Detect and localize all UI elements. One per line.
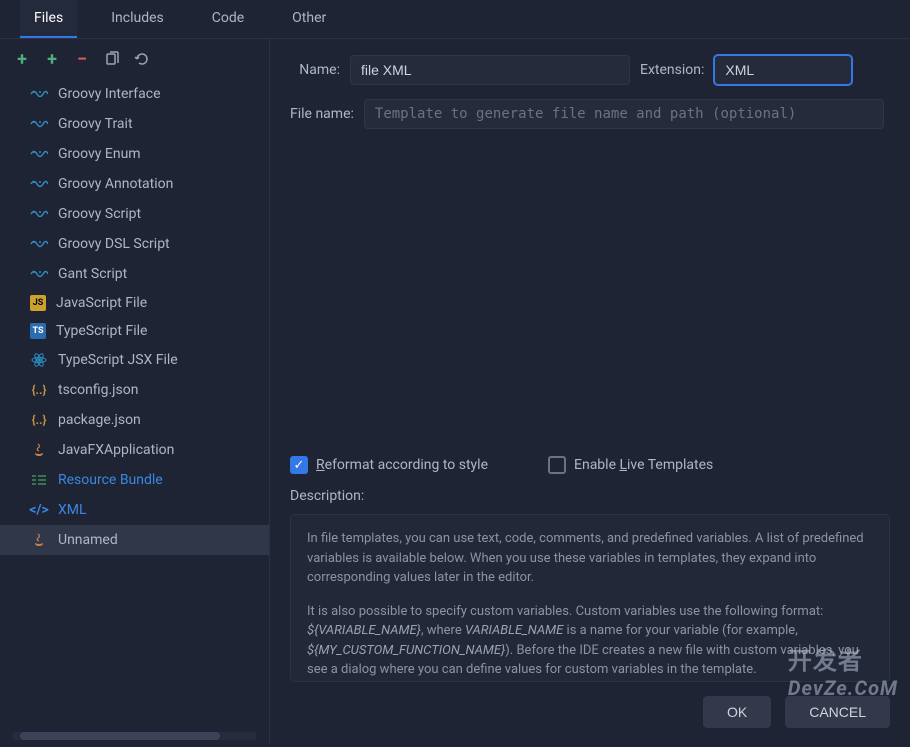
bundle-icon (30, 471, 48, 489)
list-item-label: XML (58, 502, 87, 518)
list-item-label: Groovy Annotation (58, 176, 173, 192)
list-item-label: Groovy Trait (58, 116, 133, 132)
list-item-label: JavaFXApplication (58, 442, 174, 458)
description-paragraph: In file templates, you can use text, cod… (307, 529, 873, 588)
groovy-icon (30, 235, 48, 253)
name-label: Name: (290, 62, 340, 78)
ok-button[interactable]: OK (703, 696, 771, 728)
list-item[interactable]: JavaFXApplication (0, 435, 269, 465)
sidebar-toolbar: + + − (0, 39, 269, 79)
checkbox-unchecked-icon (548, 456, 566, 474)
tab-bar: Files Includes Code Other (0, 0, 910, 39)
add-child-button[interactable]: + (42, 49, 62, 69)
template-list[interactable]: Groovy Interface Groovy Trait Groovy Enum G… (0, 79, 269, 728)
reformat-checkbox[interactable]: ✓ Reformat according to style (290, 456, 488, 474)
description-panel[interactable]: In file templates, you can use text, cod… (290, 514, 890, 682)
list-item[interactable]: Groovy Enum (0, 139, 269, 169)
list-item-label: Gant Script (58, 266, 127, 282)
list-item-label: TypeScript JSX File (58, 352, 178, 368)
name-input[interactable] (350, 55, 630, 85)
extension-input[interactable] (714, 55, 852, 85)
list-item[interactable]: Groovy Interface (0, 79, 269, 109)
tab-code[interactable]: Code (198, 0, 258, 38)
list-item[interactable]: Groovy Annotation (0, 169, 269, 199)
list-item-label: Resource Bundle (58, 472, 163, 488)
list-item-label: Groovy DSL Script (58, 236, 170, 252)
ts-icon: TS (30, 323, 46, 339)
live-templates-checkbox[interactable]: Enable Live Templates (548, 456, 713, 474)
list-item-label: Unnamed (58, 532, 118, 548)
tab-includes[interactable]: Includes (97, 0, 178, 38)
list-item[interactable]: TS TypeScript File (0, 317, 269, 345)
groovy-icon (30, 145, 48, 163)
list-item-label: JavaScript File (56, 295, 147, 311)
list-item[interactable]: Groovy Script (0, 199, 269, 229)
list-item[interactable]: TypeScript JSX File (0, 345, 269, 375)
list-item-label: tsconfig.json (58, 382, 138, 398)
java-icon (30, 531, 48, 549)
reformat-label: Reformat according to style (316, 457, 488, 473)
live-templates-label: Enable Live Templates (574, 457, 713, 473)
tab-other[interactable]: Other (278, 0, 340, 38)
list-item[interactable]: Resource Bundle (0, 465, 269, 495)
horizontal-scrollbar[interactable] (12, 732, 257, 740)
add-button[interactable]: + (12, 49, 32, 69)
description-label: Description: (290, 488, 890, 504)
list-item-label: Groovy Script (58, 206, 141, 222)
tab-files[interactable]: Files (20, 0, 77, 38)
filename-label: File name: (290, 106, 354, 122)
sidebar: + + − Groovy InterfaceGroovy TraitGroovy… (0, 39, 270, 744)
template-editor[interactable] (290, 143, 890, 456)
json-icon: {..} (30, 411, 48, 429)
list-item-label: package.json (58, 412, 141, 428)
reset-icon[interactable] (132, 49, 152, 69)
list-item[interactable]: </> XML (0, 495, 269, 525)
groovy-icon (30, 175, 48, 193)
groovy-icon (30, 265, 48, 283)
list-item[interactable]: {..} tsconfig.json (0, 375, 269, 405)
list-item-label: Groovy Interface (58, 86, 161, 102)
groovy-icon (30, 115, 48, 133)
checkbox-checked-icon: ✓ (290, 456, 308, 474)
groovy-icon (30, 85, 48, 103)
list-item-label: Groovy Enum (58, 146, 141, 162)
react-icon (30, 351, 48, 369)
json-icon: {..} (30, 381, 48, 399)
scrollbar-thumb[interactable] (20, 732, 220, 740)
groovy-icon (30, 205, 48, 223)
list-item[interactable]: Groovy DSL Script (0, 229, 269, 259)
js-icon: JS (30, 295, 46, 311)
xml-icon: </> (30, 501, 48, 519)
list-item[interactable]: Unnamed (0, 525, 269, 555)
copy-icon[interactable] (102, 49, 122, 69)
remove-button[interactable]: − (72, 49, 92, 69)
list-item[interactable]: Gant Script (0, 259, 269, 289)
main-panel: Name: Extension: File name: ✓ Reformat a… (270, 39, 910, 744)
list-item[interactable]: JS JavaScript File (0, 289, 269, 317)
list-item-label: TypeScript File (56, 323, 147, 339)
filename-input[interactable] (364, 99, 884, 129)
extension-label: Extension: (640, 62, 704, 78)
java-icon (30, 441, 48, 459)
cancel-button[interactable]: CANCEL (785, 696, 890, 728)
list-item[interactable]: {..} package.json (0, 405, 269, 435)
list-item[interactable]: Groovy Trait (0, 109, 269, 139)
description-paragraph: It is also possible to specify custom va… (307, 602, 873, 680)
